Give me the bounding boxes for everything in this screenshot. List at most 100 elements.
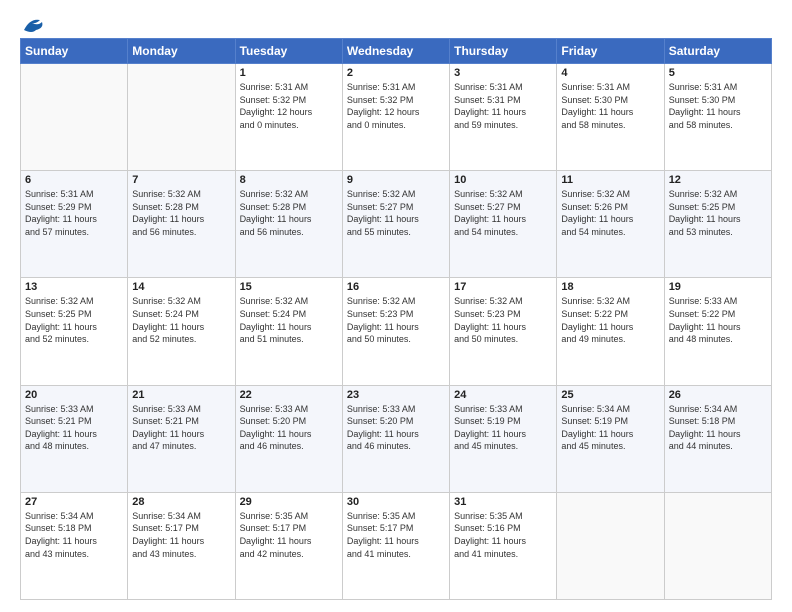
calendar-cell: 3 Sunrise: 5:31 AMSunset: 5:31 PMDaylight… (450, 64, 557, 171)
calendar-cell: 20 Sunrise: 5:33 AMSunset: 5:21 PMDayligh… (21, 385, 128, 492)
day-info: Sunrise: 5:32 AMSunset: 5:27 PMDaylight:… (347, 188, 445, 238)
day-info: Sunrise: 5:35 AMSunset: 5:17 PMDaylight:… (347, 510, 445, 560)
calendar-cell: 29 Sunrise: 5:35 AMSunset: 5:17 PMDayligh… (235, 492, 342, 599)
day-number: 26 (669, 389, 767, 401)
day-number: 31 (454, 496, 552, 508)
day-info: Sunrise: 5:33 AMSunset: 5:20 PMDaylight:… (347, 403, 445, 453)
day-info: Sunrise: 5:32 AMSunset: 5:28 PMDaylight:… (240, 188, 338, 238)
day-number: 1 (240, 67, 338, 79)
calendar-cell: 8Sunrise: 5:32 AMSunset: 5:28 PMDaylight… (235, 171, 342, 278)
calendar-cell: 14 Sunrise: 5:32 AMSunset: 5:24 PMDayligh… (128, 278, 235, 385)
calendar-cell: 13 Sunrise: 5:32 AMSunset: 5:25 PMDayligh… (21, 278, 128, 385)
calendar-header-sunday: Sunday (21, 39, 128, 64)
day-info: Sunrise: 5:32 AMSunset: 5:25 PMDaylight:… (669, 188, 767, 238)
day-number: 13 (25, 281, 123, 293)
calendar-cell: 6Sunrise: 5:31 AMSunset: 5:29 PMDaylight… (21, 171, 128, 278)
day-number: 20 (25, 389, 123, 401)
calendar-header-tuesday: Tuesday (235, 39, 342, 64)
day-info: Sunrise: 5:33 AMSunset: 5:22 PMDaylight:… (669, 295, 767, 345)
calendar-cell: 9 Sunrise: 5:32 AMSunset: 5:27 PMDaylight… (342, 171, 449, 278)
day-number: 28 (132, 496, 230, 508)
calendar-cell: 11 Sunrise: 5:32 AMSunset: 5:26 PMDayligh… (557, 171, 664, 278)
day-number: 19 (669, 281, 767, 293)
day-info: Sunrise: 5:32 AMSunset: 5:23 PMDaylight:… (347, 295, 445, 345)
day-info: Sunrise: 5:34 AMSunset: 5:18 PMDaylight:… (25, 510, 123, 560)
calendar-cell: 7 Sunrise: 5:32 AMSunset: 5:28 PMDaylight… (128, 171, 235, 278)
day-number: 11 (561, 174, 659, 186)
calendar-cell: 23 Sunrise: 5:33 AMSunset: 5:20 PMDayligh… (342, 385, 449, 492)
day-info: Sunrise: 5:35 AMSunset: 5:16 PMDaylight:… (454, 510, 552, 560)
day-number: 9 (347, 174, 445, 186)
day-number: 5 (669, 67, 767, 79)
day-info: Sunrise: 5:32 AMSunset: 5:26 PMDaylight:… (561, 188, 659, 238)
calendar-cell: 2 Sunrise: 5:31 AMSunset: 5:32 PMDaylight… (342, 64, 449, 171)
calendar-header-row: SundayMondayTuesdayWednesdayThursdayFrid… (21, 39, 772, 64)
day-info: Sunrise: 5:33 AMSunset: 5:21 PMDaylight:… (132, 403, 230, 453)
calendar-header-wednesday: Wednesday (342, 39, 449, 64)
day-number: 2 (347, 67, 445, 79)
day-number: 29 (240, 496, 338, 508)
day-info: Sunrise: 5:33 AMSunset: 5:21 PMDaylight:… (25, 403, 123, 453)
day-number: 18 (561, 281, 659, 293)
day-number: 15 (240, 281, 338, 293)
day-number: 17 (454, 281, 552, 293)
day-info: Sunrise: 5:32 AMSunset: 5:24 PMDaylight:… (240, 295, 338, 345)
calendar-cell: 10 Sunrise: 5:32 AMSunset: 5:27 PMDayligh… (450, 171, 557, 278)
calendar-table: SundayMondayTuesdayWednesdayThursdayFrid… (20, 38, 772, 600)
day-number: 25 (561, 389, 659, 401)
calendar-cell: 24 Sunrise: 5:33 AMSunset: 5:19 PMDayligh… (450, 385, 557, 492)
calendar-header-friday: Friday (557, 39, 664, 64)
day-number: 21 (132, 389, 230, 401)
calendar-week-5: 27 Sunrise: 5:34 AMSunset: 5:18 PMDayligh… (21, 492, 772, 599)
day-number: 10 (454, 174, 552, 186)
day-info: Sunrise: 5:35 AMSunset: 5:17 PMDaylight:… (240, 510, 338, 560)
calendar-cell (664, 492, 771, 599)
day-info: Sunrise: 5:34 AMSunset: 5:18 PMDaylight:… (669, 403, 767, 453)
day-number: 14 (132, 281, 230, 293)
calendar-week-1: 1 Sunrise: 5:31 AMSunset: 5:32 PMDaylight… (21, 64, 772, 171)
day-number: 22 (240, 389, 338, 401)
day-number: 7 (132, 174, 230, 186)
header (20, 16, 772, 30)
day-number: 6 (25, 174, 123, 186)
day-info: Sunrise: 5:31 AMSunset: 5:32 PMDaylight:… (240, 81, 338, 131)
day-number: 23 (347, 389, 445, 401)
day-info: Sunrise: 5:32 AMSunset: 5:24 PMDaylight:… (132, 295, 230, 345)
day-info: Sunrise: 5:31 AMSunset: 5:31 PMDaylight:… (454, 81, 552, 131)
day-info: Sunrise: 5:32 AMSunset: 5:28 PMDaylight:… (132, 188, 230, 238)
calendar-cell: 26 Sunrise: 5:34 AMSunset: 5:18 PMDayligh… (664, 385, 771, 492)
day-number: 4 (561, 67, 659, 79)
day-number: 3 (454, 67, 552, 79)
day-info: Sunrise: 5:32 AMSunset: 5:27 PMDaylight:… (454, 188, 552, 238)
calendar-cell (128, 64, 235, 171)
calendar-cell: 1 Sunrise: 5:31 AMSunset: 5:32 PMDaylight… (235, 64, 342, 171)
calendar-cell: 22Sunrise: 5:33 AMSunset: 5:20 PMDayligh… (235, 385, 342, 492)
day-number: 24 (454, 389, 552, 401)
calendar-week-2: 6Sunrise: 5:31 AMSunset: 5:29 PMDaylight… (21, 171, 772, 278)
page: SundayMondayTuesdayWednesdayThursdayFrid… (0, 0, 792, 612)
day-info: Sunrise: 5:33 AMSunset: 5:19 PMDaylight:… (454, 403, 552, 453)
day-number: 27 (25, 496, 123, 508)
calendar-cell: 18 Sunrise: 5:32 AMSunset: 5:22 PMDayligh… (557, 278, 664, 385)
day-info: Sunrise: 5:34 AMSunset: 5:17 PMDaylight:… (132, 510, 230, 560)
day-number: 16 (347, 281, 445, 293)
day-info: Sunrise: 5:32 AMSunset: 5:23 PMDaylight:… (454, 295, 552, 345)
calendar-cell: 28 Sunrise: 5:34 AMSunset: 5:17 PMDayligh… (128, 492, 235, 599)
calendar-cell: 21 Sunrise: 5:33 AMSunset: 5:21 PMDayligh… (128, 385, 235, 492)
day-info: Sunrise: 5:31 AMSunset: 5:32 PMDaylight:… (347, 81, 445, 131)
calendar-header-saturday: Saturday (664, 39, 771, 64)
day-info: Sunrise: 5:32 AMSunset: 5:22 PMDaylight:… (561, 295, 659, 345)
calendar-cell: 15 Sunrise: 5:32 AMSunset: 5:24 PMDayligh… (235, 278, 342, 385)
day-info: Sunrise: 5:31 AMSunset: 5:30 PMDaylight:… (561, 81, 659, 131)
calendar-cell: 4 Sunrise: 5:31 AMSunset: 5:30 PMDaylight… (557, 64, 664, 171)
calendar-cell: 31 Sunrise: 5:35 AMSunset: 5:16 PMDayligh… (450, 492, 557, 599)
calendar-cell (557, 492, 664, 599)
calendar-cell: 27 Sunrise: 5:34 AMSunset: 5:18 PMDayligh… (21, 492, 128, 599)
logo (20, 16, 44, 30)
calendar-header-thursday: Thursday (450, 39, 557, 64)
calendar-cell: 30Sunrise: 5:35 AMSunset: 5:17 PMDayligh… (342, 492, 449, 599)
day-info: Sunrise: 5:34 AMSunset: 5:19 PMDaylight:… (561, 403, 659, 453)
day-number: 12 (669, 174, 767, 186)
calendar-cell: 17 Sunrise: 5:32 AMSunset: 5:23 PMDayligh… (450, 278, 557, 385)
day-info: Sunrise: 5:32 AMSunset: 5:25 PMDaylight:… (25, 295, 123, 345)
